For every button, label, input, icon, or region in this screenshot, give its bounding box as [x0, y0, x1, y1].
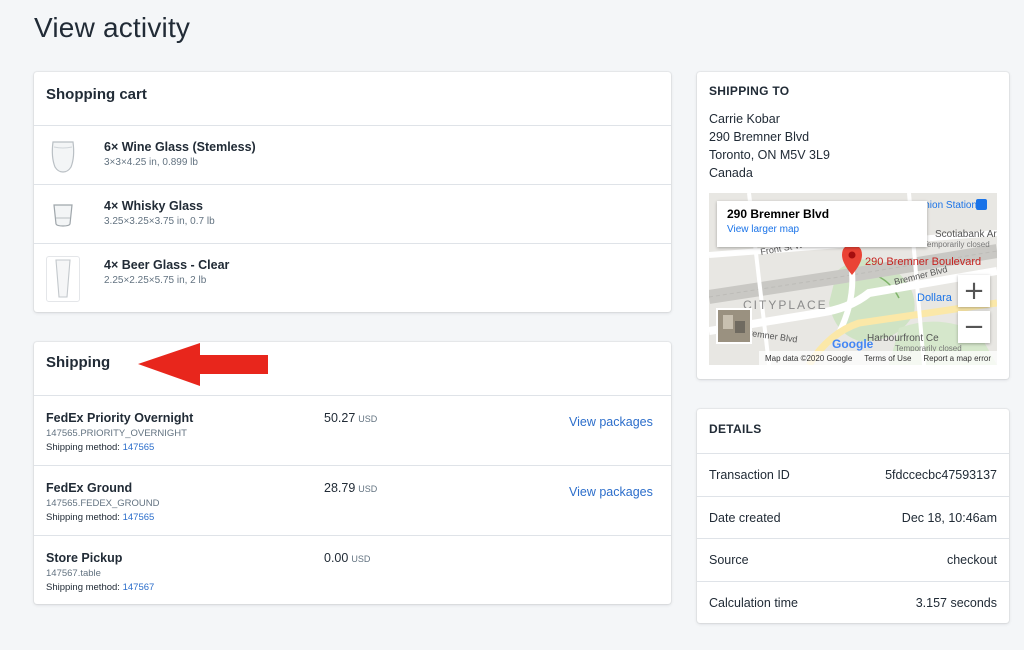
page-title: View activity — [34, 12, 191, 43]
zoom-in-button[interactable]: + — [958, 275, 990, 307]
address-line: Carrie Kobar — [709, 112, 780, 126]
map-label: Harbourfront Ce — [867, 333, 939, 344]
map-footer: Map data ©2020 Google Terms of Use Repor… — [758, 351, 997, 365]
shipping-rate-name: FedEx Priority Overnight — [46, 411, 194, 425]
shipping-method-label: Shipping method: — [46, 442, 120, 453]
address-line: Toronto, ON M5V 3L9 — [709, 148, 830, 162]
red-arrow-icon — [138, 343, 268, 386]
shipping-method-link[interactable]: 147565 — [123, 442, 155, 453]
detail-row: Source checkout — [697, 538, 1009, 581]
view-larger-map-link[interactable]: View larger map — [727, 224, 917, 235]
price-currency: USD — [351, 554, 371, 564]
map-label: CITYPLACE — [743, 298, 828, 312]
detail-row: Calculation time 3.157 seconds — [697, 580, 1009, 624]
shipping-rate-price: 0.00 USD — [324, 551, 370, 565]
wine-glass-icon — [46, 137, 80, 175]
details-title: DETAILS — [709, 422, 762, 436]
map-label: Scotiabank Arena — [935, 229, 997, 240]
cart-item-meta: 3×3×4.25 in, 0.899 lb — [104, 157, 198, 168]
cart-item: 6× Wine Glass (Stemless) 3×3×4.25 in, 0.… — [34, 125, 671, 184]
detail-key: Transaction ID — [709, 468, 790, 482]
detail-value: Dec 18, 10:46am — [901, 510, 997, 525]
price-value: 0.00 — [324, 551, 349, 565]
shipping-to-card: SHIPPING TO Carrie Kobar 290 Bremner Blv… — [697, 72, 1009, 379]
cart-item-meta: 2.25×2.25×5.75 in, 2 lb — [104, 275, 207, 286]
detail-value: checkout — [946, 553, 997, 567]
detail-value: 3.157 seconds — [915, 595, 997, 610]
shipping-rate-row: Store Pickup 147567.table Shipping metho… — [34, 535, 671, 605]
terms-link[interactable]: Terms of Use — [864, 354, 911, 363]
map-label: Dollara — [917, 292, 953, 304]
map-pin-label: 290 Bremner Boulevard — [865, 256, 981, 268]
map-embed[interactable]: Union Station Scotiabank Arena Temporari… — [709, 193, 997, 365]
shopping-cart-card: Shopping cart 6× Wine Glass (Stemless) 3… — [34, 72, 671, 312]
shipping-method: Shipping method: 147565 — [46, 442, 154, 453]
shipping-rate-name: FedEx Ground — [46, 481, 133, 495]
shipping-method: Shipping method: 147565 — [46, 512, 154, 523]
shopping-cart-title: Shopping cart — [46, 86, 147, 103]
price-value: 50.27 — [324, 411, 356, 425]
zoom-out-button[interactable]: − — [958, 311, 990, 343]
detail-key: Date created — [709, 510, 781, 525]
cart-item-name: 6× Wine Glass (Stemless) — [104, 140, 256, 154]
price-currency: USD — [358, 484, 378, 494]
shipping-address: Carrie Kobar 290 Bremner Blvd Toronto, O… — [697, 110, 1009, 182]
address-line: Canada — [709, 166, 753, 180]
cart-item: 4× Whisky Glass 3.25×3.25×3.75 in, 0.7 l… — [34, 184, 671, 243]
shipping-to-title: SHIPPING TO — [709, 84, 790, 98]
address-line: 290 Bremner Blvd — [709, 130, 810, 144]
shipping-rate-code: 147567.table — [46, 568, 101, 579]
cart-item-name: 4× Beer Glass - Clear — [104, 258, 230, 272]
detail-row: Date created Dec 18, 10:46am — [697, 495, 1009, 539]
shipping-rate-price: 28.79 USD — [324, 481, 377, 495]
cart-item: 4× Beer Glass - Clear 2.25×2.25×5.75 in,… — [34, 243, 671, 302]
shipping-method: Shipping method: 147567 — [46, 582, 154, 593]
detail-value: 5fdccecbc47593137 — [885, 468, 997, 482]
beer-glass-icon — [46, 256, 80, 302]
cart-item-name: 4× Whisky Glass — [104, 199, 204, 213]
cart-item-meta: 3.25×3.25×3.75 in, 0.7 lb — [104, 216, 215, 227]
detail-row: Transaction ID 5fdccecbc47593137 — [697, 453, 1009, 496]
view-packages-link[interactable]: View packages — [569, 415, 653, 429]
google-logo-text: Google — [832, 337, 874, 351]
report-map-error-link[interactable]: Report a map error — [923, 354, 991, 363]
price-value: 28.79 — [324, 481, 356, 495]
map-info-title: 290 Bremner Blvd — [727, 207, 830, 221]
map-label: Temporarily closed — [923, 240, 990, 249]
detail-key: Source — [709, 553, 749, 567]
view-packages-link[interactable]: View packages — [569, 485, 653, 499]
shipping-rate-code: 147565.PRIORITY_OVERNIGHT — [46, 428, 187, 439]
shipping-card: Shipping FedEx Priority Overnight 147565… — [34, 342, 671, 604]
shipping-method-label: Shipping method: — [46, 582, 120, 593]
whisky-glass-icon — [46, 196, 80, 234]
map-info-window: 290 Bremner Blvd View larger map — [717, 201, 927, 247]
shipping-rate-row: FedEx Priority Overnight 147565.PRIORITY… — [34, 395, 671, 465]
price-currency: USD — [358, 414, 378, 424]
shipping-method-link[interactable]: 147565 — [123, 512, 155, 523]
shipping-method-link[interactable]: 147567 — [123, 582, 155, 593]
shipping-rate-price: 50.27 USD — [324, 411, 377, 425]
details-card: DETAILS Transaction ID 5fdccecbc47593137… — [697, 409, 1009, 623]
google-logo: Google — [832, 337, 873, 351]
detail-key: Calculation time — [709, 595, 798, 610]
map-data-credit: Map data ©2020 Google — [764, 353, 853, 363]
shipping-rate-row: FedEx Ground 147565.FEDEX_GROUND Shippin… — [34, 465, 671, 535]
shipping-rate-code: 147565.FEDEX_GROUND — [46, 498, 160, 509]
shipping-method-label: Shipping method: — [46, 512, 120, 523]
shipping-rate-name: Store Pickup — [46, 551, 123, 565]
